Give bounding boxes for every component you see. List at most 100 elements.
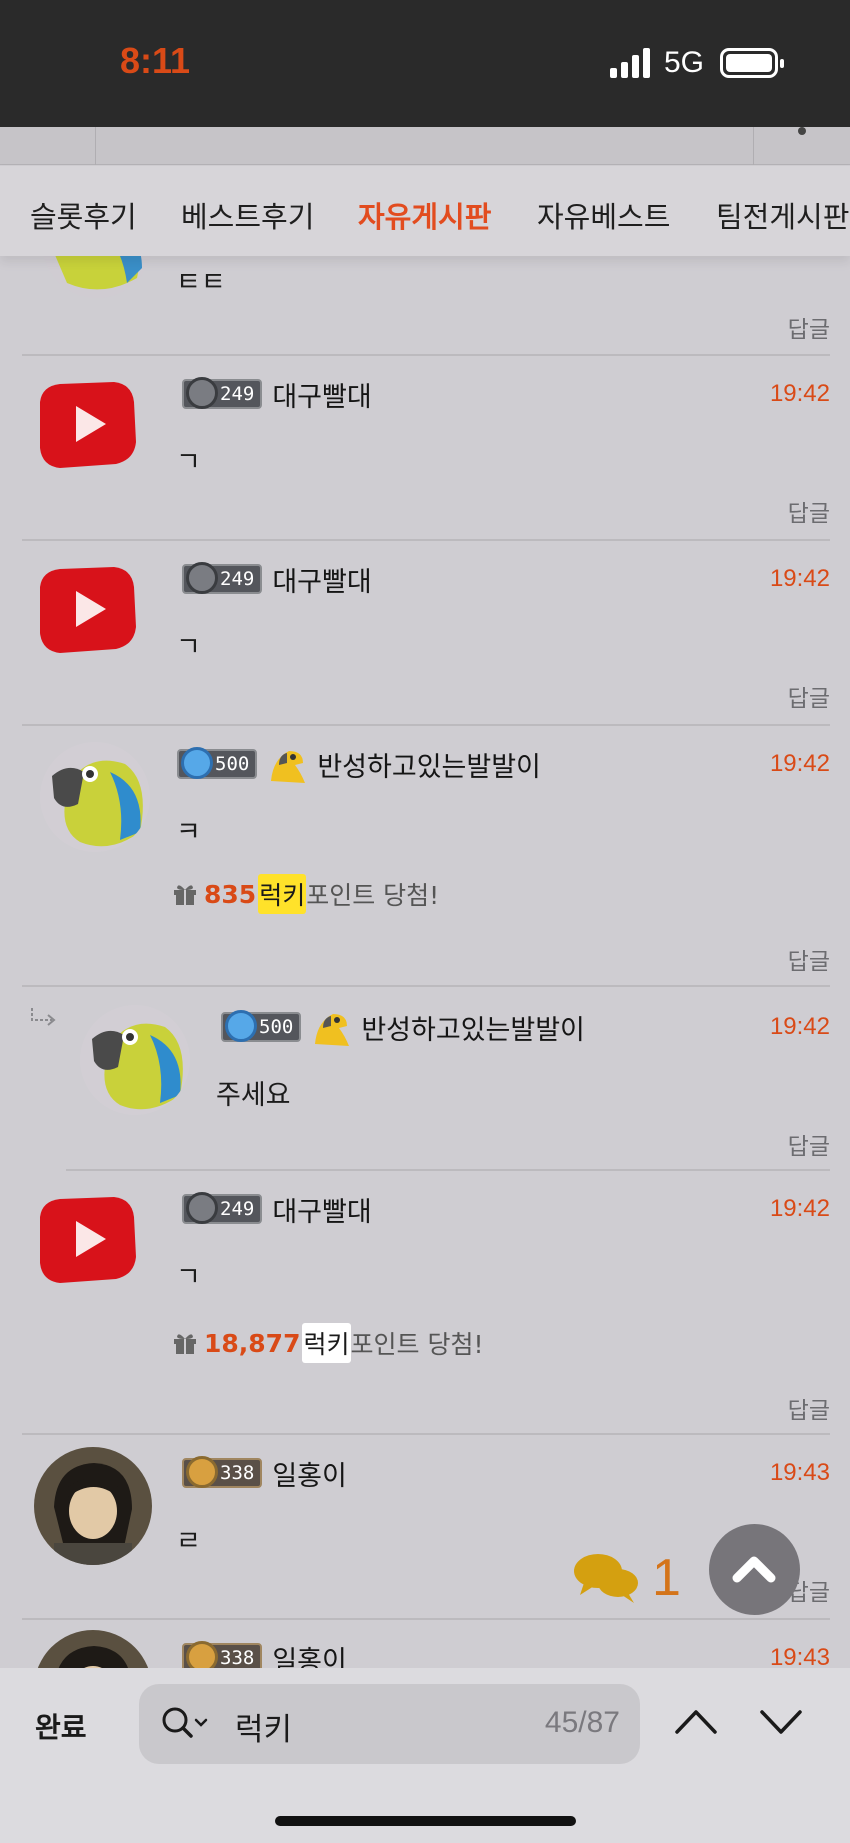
- done-button[interactable]: 완료: [35, 1706, 87, 1746]
- board-tabs: 슬롯후기 베스트후기 자유게시판 자유베스트 팀전게시판: [0, 166, 850, 256]
- parrot-badge-icon: [315, 1014, 350, 1046]
- find-field[interactable]: 럭키 45/87: [139, 1684, 640, 1764]
- parrot-avatar-icon: [40, 742, 150, 852]
- comment-time: 19:42: [769, 1013, 830, 1040]
- reply-button[interactable]: 답글: [788, 942, 830, 976]
- divider: [753, 127, 754, 165]
- comment-time: 19:43: [769, 1459, 830, 1486]
- comment-row: 249 대구빨대 19:42 ㄱ 답글: [22, 543, 830, 726]
- youtube-avatar-icon: [40, 382, 136, 468]
- tab-slot-review[interactable]: 슬롯후기: [30, 194, 137, 236]
- comment-body: ㅋ: [176, 817, 201, 848]
- gift-icon: [174, 1334, 196, 1354]
- comment-meta: 500 반성하고있는발발이: [177, 744, 541, 784]
- parrot-avatar-icon: [80, 1005, 190, 1115]
- comment-count-button[interactable]: 1: [572, 1548, 681, 1608]
- header-strip: [0, 127, 850, 165]
- divider: [95, 127, 96, 165]
- youtube-avatar-icon: [40, 567, 136, 653]
- chevron-up-icon: [732, 1556, 776, 1583]
- avatar[interactable]: [80, 1005, 190, 1115]
- tab-free-board[interactable]: 자유게시판: [358, 194, 491, 236]
- nickname[interactable]: 대구빨대: [272, 375, 371, 414]
- battery-icon: [720, 48, 784, 78]
- search-icon[interactable]: [161, 1706, 211, 1742]
- tab-free-best[interactable]: 자유베스트: [537, 194, 670, 236]
- avatar[interactable]: [40, 742, 150, 852]
- level-badge: 249: [182, 1192, 263, 1224]
- tab-best-review[interactable]: 베스트후기: [181, 194, 314, 236]
- gift-icon: [174, 885, 196, 905]
- avatar[interactable]: [34, 1447, 152, 1565]
- find-query[interactable]: 럭키: [235, 1704, 292, 1749]
- previous-match-icon[interactable]: [673, 1704, 719, 1738]
- lucky-point-notice: 835 럭키 포인트 당첨!: [172, 874, 439, 914]
- tab-team-board[interactable]: 팀전게시판: [716, 194, 849, 236]
- comment-row: 500 반성하고있는발발이 19:42 ㅋ 835 럭키 포인트 당첨! 답글: [22, 728, 830, 987]
- level-badge: 500: [221, 1010, 302, 1042]
- level-ring-icon: [225, 1010, 257, 1042]
- nickname[interactable]: 일홍이: [272, 1454, 347, 1493]
- comment-meta: 338 일홍이: [182, 1453, 347, 1493]
- nickname[interactable]: 반성하고있는발발이: [317, 745, 541, 784]
- status-bar: 8:11 5G: [0, 0, 850, 127]
- home-indicator: [275, 1816, 576, 1826]
- reply-button[interactable]: 답글: [788, 679, 830, 713]
- comment-count: 1: [652, 1549, 681, 1607]
- lucky-suffix: 포인트 당첨!: [306, 881, 440, 910]
- lucky-suffix: 포인트 당첨!: [350, 1330, 484, 1359]
- nickname[interactable]: 대구빨대: [272, 1190, 371, 1229]
- network-label: 5G: [664, 46, 705, 79]
- avatar[interactable]: [32, 557, 142, 667]
- level-ring-icon: [186, 1192, 218, 1224]
- comment-row: 249 대구빨대 19:42 ㄱ 18,877 럭키 포인트 당첨! 답글: [22, 1173, 830, 1435]
- avatar[interactable]: [32, 372, 142, 482]
- level-ring-icon: [181, 747, 213, 779]
- level-ring-icon: [186, 562, 218, 594]
- comment-time: 19:42: [769, 750, 830, 777]
- level-ring-icon: [186, 1456, 218, 1488]
- find-in-page-bar: 완료 럭키 45/87: [0, 1668, 850, 1843]
- reply-button[interactable]: 답글: [788, 1127, 830, 1161]
- youtube-avatar-icon: [40, 1197, 136, 1283]
- lucky-points: 835: [204, 879, 257, 909]
- comment-body: ㄱ: [176, 632, 201, 663]
- comment-body: ㄹ: [176, 1526, 201, 1557]
- match-count: 45/87: [544, 1706, 620, 1739]
- lucky-points: 18,877: [204, 1328, 301, 1358]
- comment-meta: 249 대구빨대: [182, 1189, 372, 1229]
- anime-avatar-icon: [34, 1447, 152, 1565]
- reply-button[interactable]: 답글: [788, 494, 830, 528]
- comment-body: 주세요: [216, 1080, 291, 1111]
- comment-body: ㄱ: [176, 1262, 201, 1293]
- search-highlight: 럭키: [258, 874, 307, 914]
- nickname[interactable]: 대구빨대: [272, 560, 371, 599]
- comment-row: 249 대구빨대 19:42 ㄱ 답글: [22, 358, 830, 541]
- comment-time: 19:42: [769, 380, 830, 407]
- level-badge: 500: [177, 747, 258, 779]
- scroll-top-button[interactable]: [709, 1524, 800, 1615]
- comment-body: ㄱ: [176, 447, 201, 478]
- menu-dot-icon[interactable]: [798, 127, 806, 135]
- chat-bubbles-icon: [574, 1554, 638, 1603]
- comment-body: ㅌㅌ: [176, 267, 226, 298]
- level-badge: 338: [182, 1456, 263, 1488]
- signal-icon: [610, 48, 650, 78]
- next-match-icon[interactable]: [758, 1704, 804, 1738]
- comment-time: 19:42: [769, 1195, 830, 1222]
- reply-button[interactable]: 답글: [788, 1391, 830, 1425]
- lucky-point-notice: 18,877 럭키 포인트 당첨!: [172, 1323, 483, 1363]
- comment-meta: 249 대구빨대: [182, 559, 372, 599]
- comment-meta: 249 대구빨대: [182, 374, 372, 414]
- avatar[interactable]: [32, 1187, 142, 1297]
- comment-meta: 500 반성하고있는발발이: [221, 1007, 585, 1047]
- reply-button[interactable]: 답글: [788, 310, 830, 344]
- parrot-badge-icon: [271, 751, 306, 783]
- level-ring-icon: [186, 377, 218, 409]
- sub-reply-arrow-icon: [31, 1008, 56, 1026]
- level-badge: 249: [182, 377, 263, 409]
- comment-time: 19:42: [769, 565, 830, 592]
- nickname[interactable]: 반성하고있는발발이: [361, 1008, 585, 1047]
- comment-row: 500 반성하고있는발발이 19:42 주세요 답글: [66, 989, 830, 1171]
- level-badge: 249: [182, 562, 263, 594]
